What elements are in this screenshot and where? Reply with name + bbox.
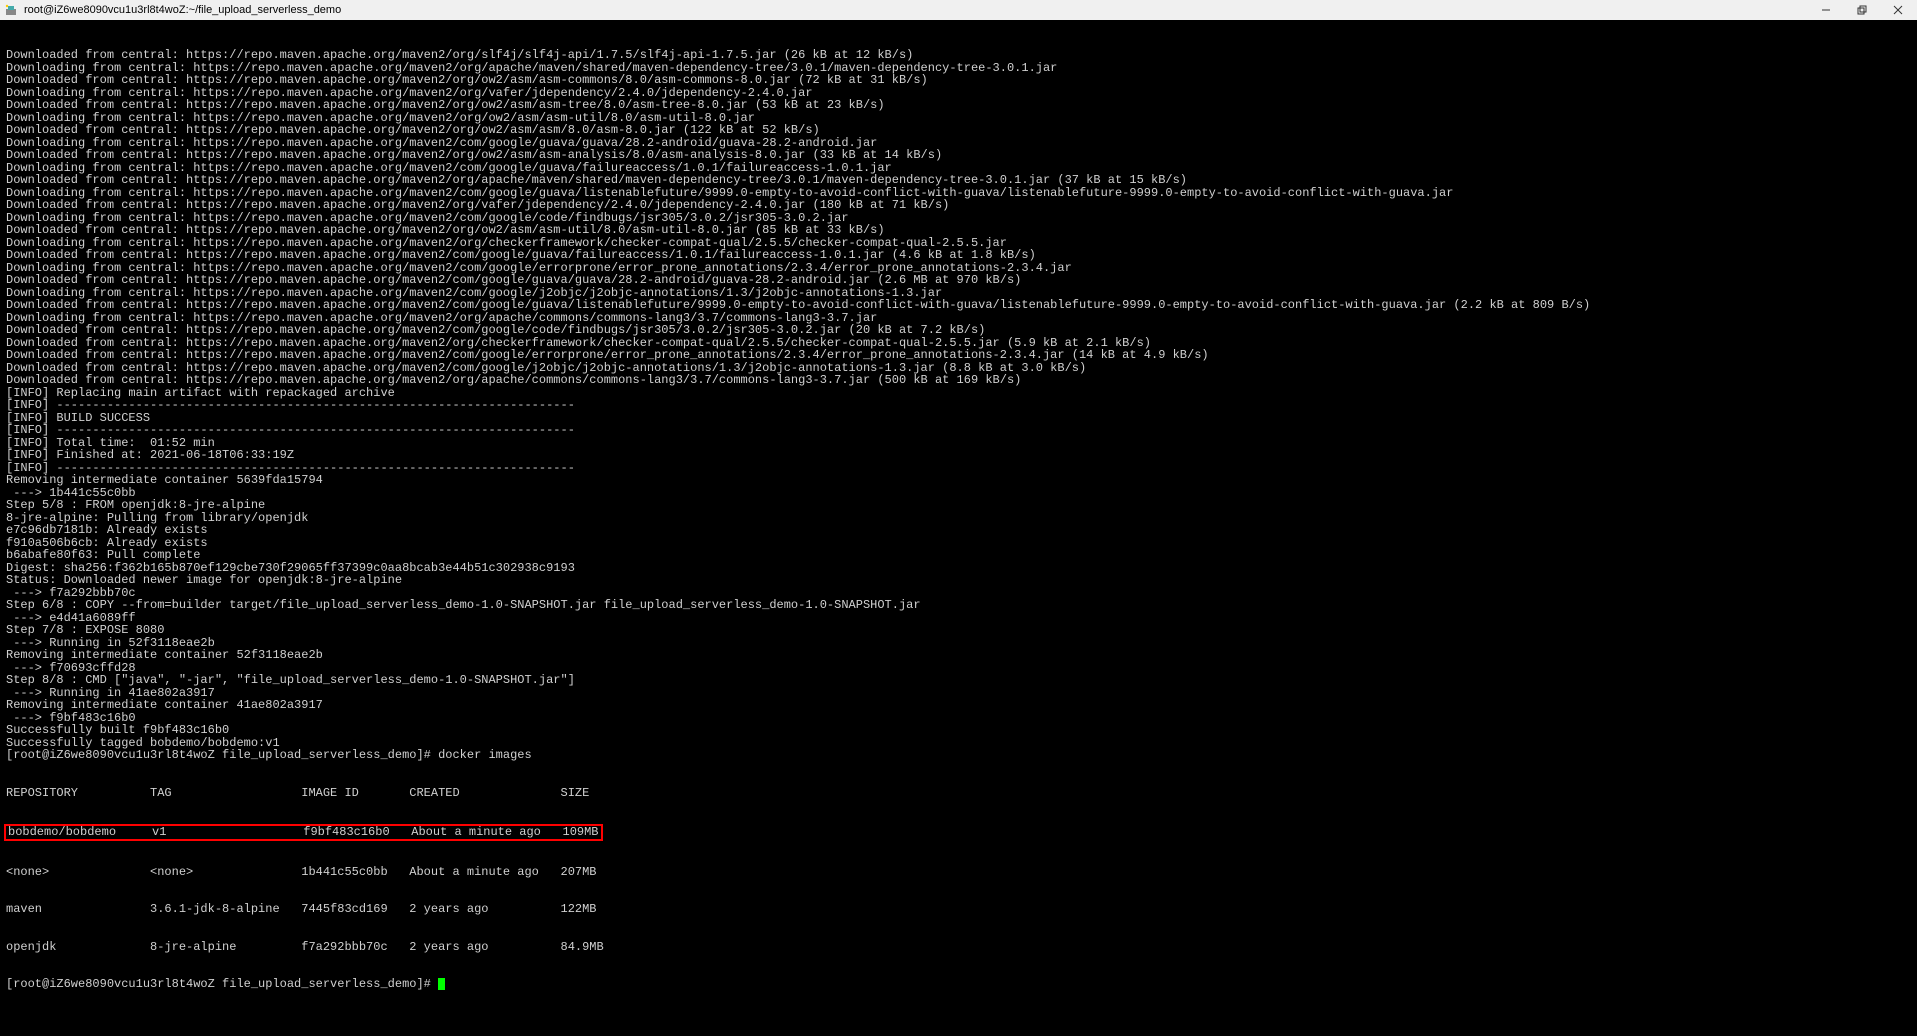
terminal-line: Step 8/8 : CMD ["java", "-jar", "file_up…	[6, 674, 1911, 687]
terminal-cursor	[438, 978, 445, 990]
terminal-line: Downloaded from central: https://repo.ma…	[6, 99, 1911, 112]
terminal-line: e7c96db7181b: Already exists	[6, 524, 1911, 537]
terminal-line: Downloaded from central: https://repo.ma…	[6, 199, 1911, 212]
terminal-line: [root@iZ6we8090vcu1u3rl8t4woZ file_uploa…	[6, 749, 1911, 762]
docker-header-row: REPOSITORY TAG IMAGE ID CREATED SIZE	[6, 787, 1911, 800]
terminal-line: b6abafe80f63: Pull complete	[6, 549, 1911, 562]
highlight-box: bobdemo/bobdemo v1 f9bf483c16b0 About a …	[4, 824, 603, 841]
terminal-line: ---> 1b441c55c0bb	[6, 487, 1911, 500]
maximize-button[interactable]	[1853, 3, 1871, 17]
terminal-line: ---> f9bf483c16b0	[6, 712, 1911, 725]
terminal-line: Downloaded from central: https://repo.ma…	[6, 224, 1911, 237]
prompt-text: [root@iZ6we8090vcu1u3rl8t4woZ file_uploa…	[6, 977, 438, 991]
terminal-line: ---> e4d41a6089ff	[6, 612, 1911, 625]
terminal-line: Successfully built f9bf483c16b0	[6, 724, 1911, 737]
window-controls	[1817, 3, 1913, 17]
terminal-line: [INFO] Finished at: 2021-06-18T06:33:19Z	[6, 449, 1911, 462]
terminal-line: Status: Downloaded newer image for openj…	[6, 574, 1911, 587]
terminal-line: Removing intermediate container 52f3118e…	[6, 649, 1911, 662]
terminal-line: Downloaded from central: https://repo.ma…	[6, 174, 1911, 187]
terminal-line: Downloaded from central: https://repo.ma…	[6, 349, 1911, 362]
terminal-line: Downloaded from central: https://repo.ma…	[6, 74, 1911, 87]
docker-row-highlighted: bobdemo/bobdemo v1 f9bf483c16b0 About a …	[6, 824, 1911, 841]
window-titlebar: root@iZ6we8090vcu1u3rl8t4woZ:~/file_uplo…	[0, 0, 1917, 20]
prompt-line: [root@iZ6we8090vcu1u3rl8t4woZ file_uploa…	[6, 978, 1911, 991]
terminal-line: [INFO] ---------------------------------…	[6, 424, 1911, 437]
terminal-line: Step 6/8 : COPY --from=builder target/fi…	[6, 599, 1911, 612]
terminal-line: Removing intermediate container 41ae802a…	[6, 699, 1911, 712]
terminal-line: Downloaded from central: https://repo.ma…	[6, 249, 1911, 262]
terminal-line: Step 7/8 : EXPOSE 8080	[6, 624, 1911, 637]
terminal-line: Removing intermediate container 5639fda1…	[6, 474, 1911, 487]
docker-row: <none> <none> 1b441c55c0bb About a minut…	[6, 866, 1911, 879]
terminal-line: Downloaded from central: https://repo.ma…	[6, 324, 1911, 337]
titlebar-left: root@iZ6we8090vcu1u3rl8t4woZ:~/file_uplo…	[4, 3, 341, 17]
terminal-line: Downloaded from central: https://repo.ma…	[6, 274, 1911, 287]
close-button[interactable]	[1889, 3, 1907, 17]
terminal-line: Downloaded from central: https://repo.ma…	[6, 49, 1911, 62]
docker-row: maven 3.6.1-jdk-8-alpine 7445f83cd169 2 …	[6, 903, 1911, 916]
terminal-line: Downloaded from central: https://repo.ma…	[6, 299, 1911, 312]
terminal-line: Step 5/8 : FROM openjdk:8-jre-alpine	[6, 499, 1911, 512]
putty-icon	[4, 3, 18, 17]
terminal-line: 8-jre-alpine: Pulling from library/openj…	[6, 512, 1911, 525]
minimize-button[interactable]	[1817, 3, 1835, 17]
terminal-line: [INFO] ---------------------------------…	[6, 399, 1911, 412]
docker-row: openjdk 8-jre-alpine f7a292bbb70c 2 year…	[6, 941, 1911, 954]
terminal-line: Downloaded from central: https://repo.ma…	[6, 149, 1911, 162]
terminal-line: Downloaded from central: https://repo.ma…	[6, 124, 1911, 137]
window-title: root@iZ6we8090vcu1u3rl8t4woZ:~/file_uplo…	[24, 4, 341, 16]
terminal-output[interactable]: Downloaded from central: https://repo.ma…	[0, 20, 1917, 1007]
terminal-line: Downloaded from central: https://repo.ma…	[6, 374, 1911, 387]
terminal-line: f910a506b6cb: Already exists	[6, 537, 1911, 550]
